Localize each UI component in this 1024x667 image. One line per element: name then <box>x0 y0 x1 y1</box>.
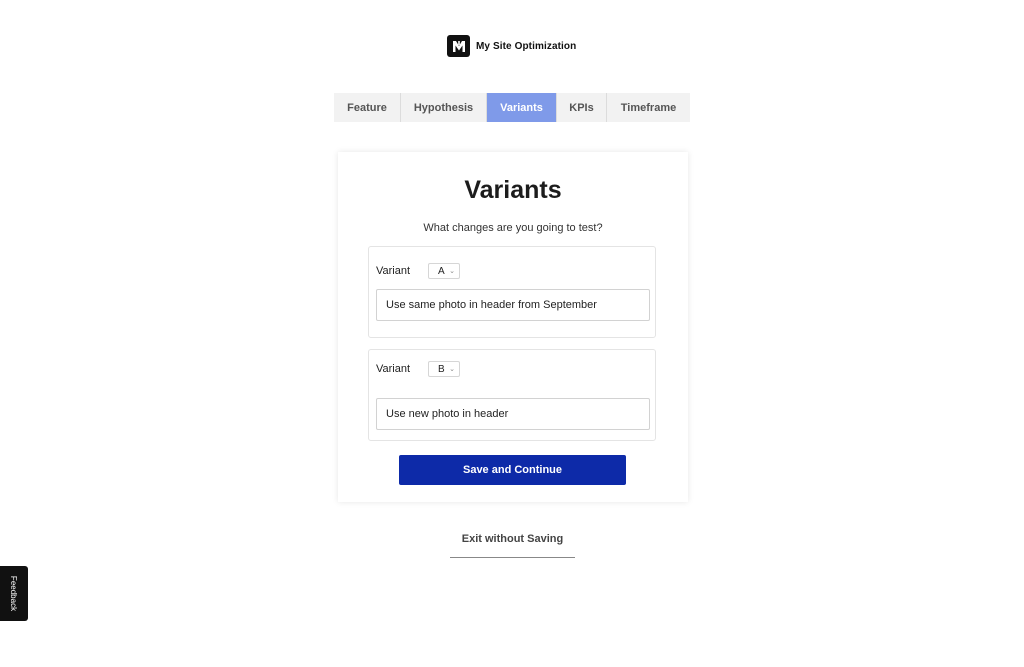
variant-a-select[interactable]: A ⌄ <box>428 263 460 279</box>
variant-a-label: Variant <box>376 265 411 277</box>
variant-b-input-value: Use new photo in header <box>386 408 509 420</box>
tab-variants[interactable]: Variants <box>487 93 557 122</box>
tab-hypothesis[interactable]: Hypothesis <box>401 93 487 122</box>
variant-b-input[interactable]: Use new photo in header <box>376 398 650 430</box>
page-title: Variants <box>464 176 562 204</box>
feedback-button[interactable]: Feedback <box>0 566 28 621</box>
feedback-label: Feedback <box>9 575 19 612</box>
variant-a-input-value: Use same photo in header from September <box>386 299 597 311</box>
chevron-down-icon: ⌄ <box>449 366 455 373</box>
brand-name: My Site Optimization <box>476 40 577 52</box>
brand-logo-icon <box>447 35 470 57</box>
logo-mark-icon <box>452 40 465 52</box>
tab-feature[interactable]: Feature <box>334 93 401 122</box>
chevron-down-icon: ⌄ <box>449 268 455 275</box>
variant-b-box: Variant B ⌄ Use new photo in header <box>368 349 656 441</box>
variant-b-select[interactable]: B ⌄ <box>428 361 460 377</box>
page-subtitle: What changes are you going to test? <box>423 222 603 234</box>
variant-b-label: Variant <box>376 363 411 375</box>
step-tabs: Feature Hypothesis Variants KPIs Timefra… <box>334 93 690 122</box>
variant-a-select-value: A <box>438 265 445 277</box>
variant-b-select-value: B <box>438 363 445 375</box>
brand[interactable]: My Site Optimization <box>447 35 576 57</box>
tab-kpis[interactable]: KPIs <box>557 93 607 122</box>
save-and-continue-button[interactable]: Save and Continue <box>399 455 626 485</box>
exit-without-saving-link[interactable]: Exit without Saving <box>450 533 575 558</box>
tab-timeframe[interactable]: Timeframe <box>607 93 690 122</box>
variant-a-input[interactable]: Use same photo in header from September <box>376 289 650 321</box>
variant-a-box: Variant A ⌄ Use same photo in header fro… <box>368 246 656 338</box>
variants-card: Variants What changes are you going to t… <box>338 152 688 502</box>
